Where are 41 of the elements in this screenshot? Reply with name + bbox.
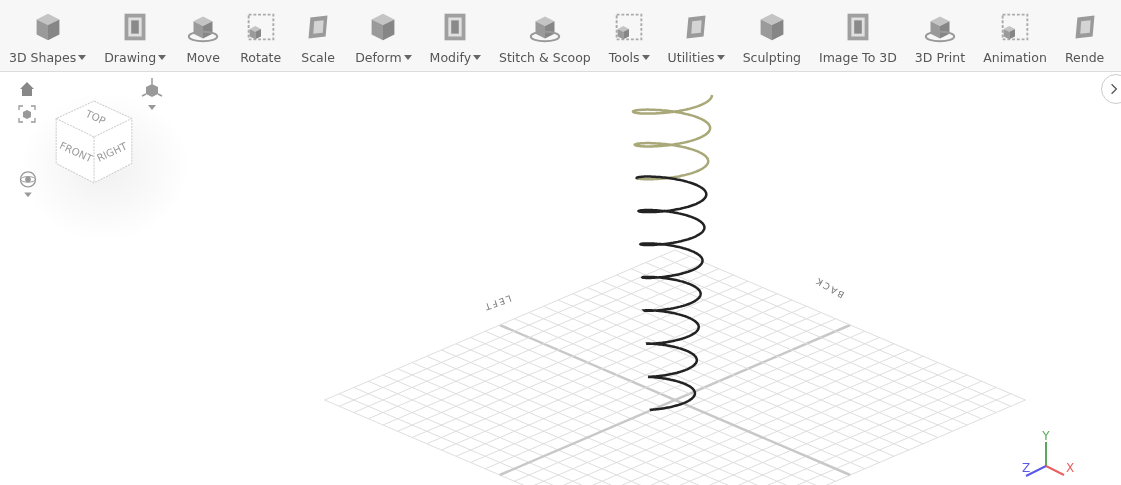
toolbar-button[interactable]: 3D Print [905, 2, 975, 71]
toolbar-button[interactable]: Drawing [95, 2, 176, 71]
toolbar-button[interactable]: 3D Shapes [0, 2, 96, 71]
tool-label: Move [186, 50, 220, 65]
tool-label: Rotate [240, 50, 282, 65]
toolbar-button[interactable]: Sculpting [733, 2, 810, 71]
toolbar-button[interactable]: Rotate [231, 2, 291, 71]
tool-label: Utilities [667, 50, 715, 65]
caret-icon [403, 55, 412, 60]
tool-label: 3D Shapes [9, 50, 77, 65]
caret-icon [78, 55, 87, 60]
tool-label: Stitch & Scoop [499, 50, 591, 65]
fit-view-icon[interactable] [18, 105, 36, 123]
toolbar-button[interactable]: Move [175, 2, 232, 71]
caret-icon [641, 55, 650, 60]
toolbar-button[interactable]: Tools [599, 2, 659, 71]
tool-label: Deform [355, 50, 402, 65]
tool-label: Animation [983, 50, 1047, 65]
toolbar-button[interactable]: Image To 3D [810, 2, 906, 71]
toolbar-button[interactable]: Stitch & Scoop [490, 2, 600, 71]
tool-label: Drawing [104, 50, 157, 65]
orbit-icon[interactable] [18, 170, 38, 200]
chevron-right-icon [1110, 83, 1118, 95]
perspective-icon[interactable] [140, 78, 164, 112]
caret-icon [716, 55, 725, 60]
home-icon[interactable] [19, 81, 35, 97]
tool-label: Tools [608, 50, 640, 65]
toolbar-button[interactable]: Modify [420, 2, 491, 71]
tool-label: 3D Print [914, 50, 966, 65]
tool-label: Image To 3D [819, 50, 897, 65]
toolbar-button[interactable]: Scale [290, 2, 347, 71]
tool-label: Sculpting [742, 50, 801, 65]
tool-label: Modify [429, 50, 472, 65]
caret-icon [473, 55, 482, 60]
tool-label: Scale [301, 50, 335, 65]
toolbar-button[interactable]: Rende [1055, 2, 1114, 71]
caret-icon [158, 55, 167, 60]
toolbar-button[interactable]: Deform [346, 2, 421, 71]
tool-label: Rende [1064, 50, 1105, 65]
toolbar-button[interactable]: Animation [974, 2, 1056, 71]
toolbar-button[interactable]: Utilities [658, 2, 734, 71]
